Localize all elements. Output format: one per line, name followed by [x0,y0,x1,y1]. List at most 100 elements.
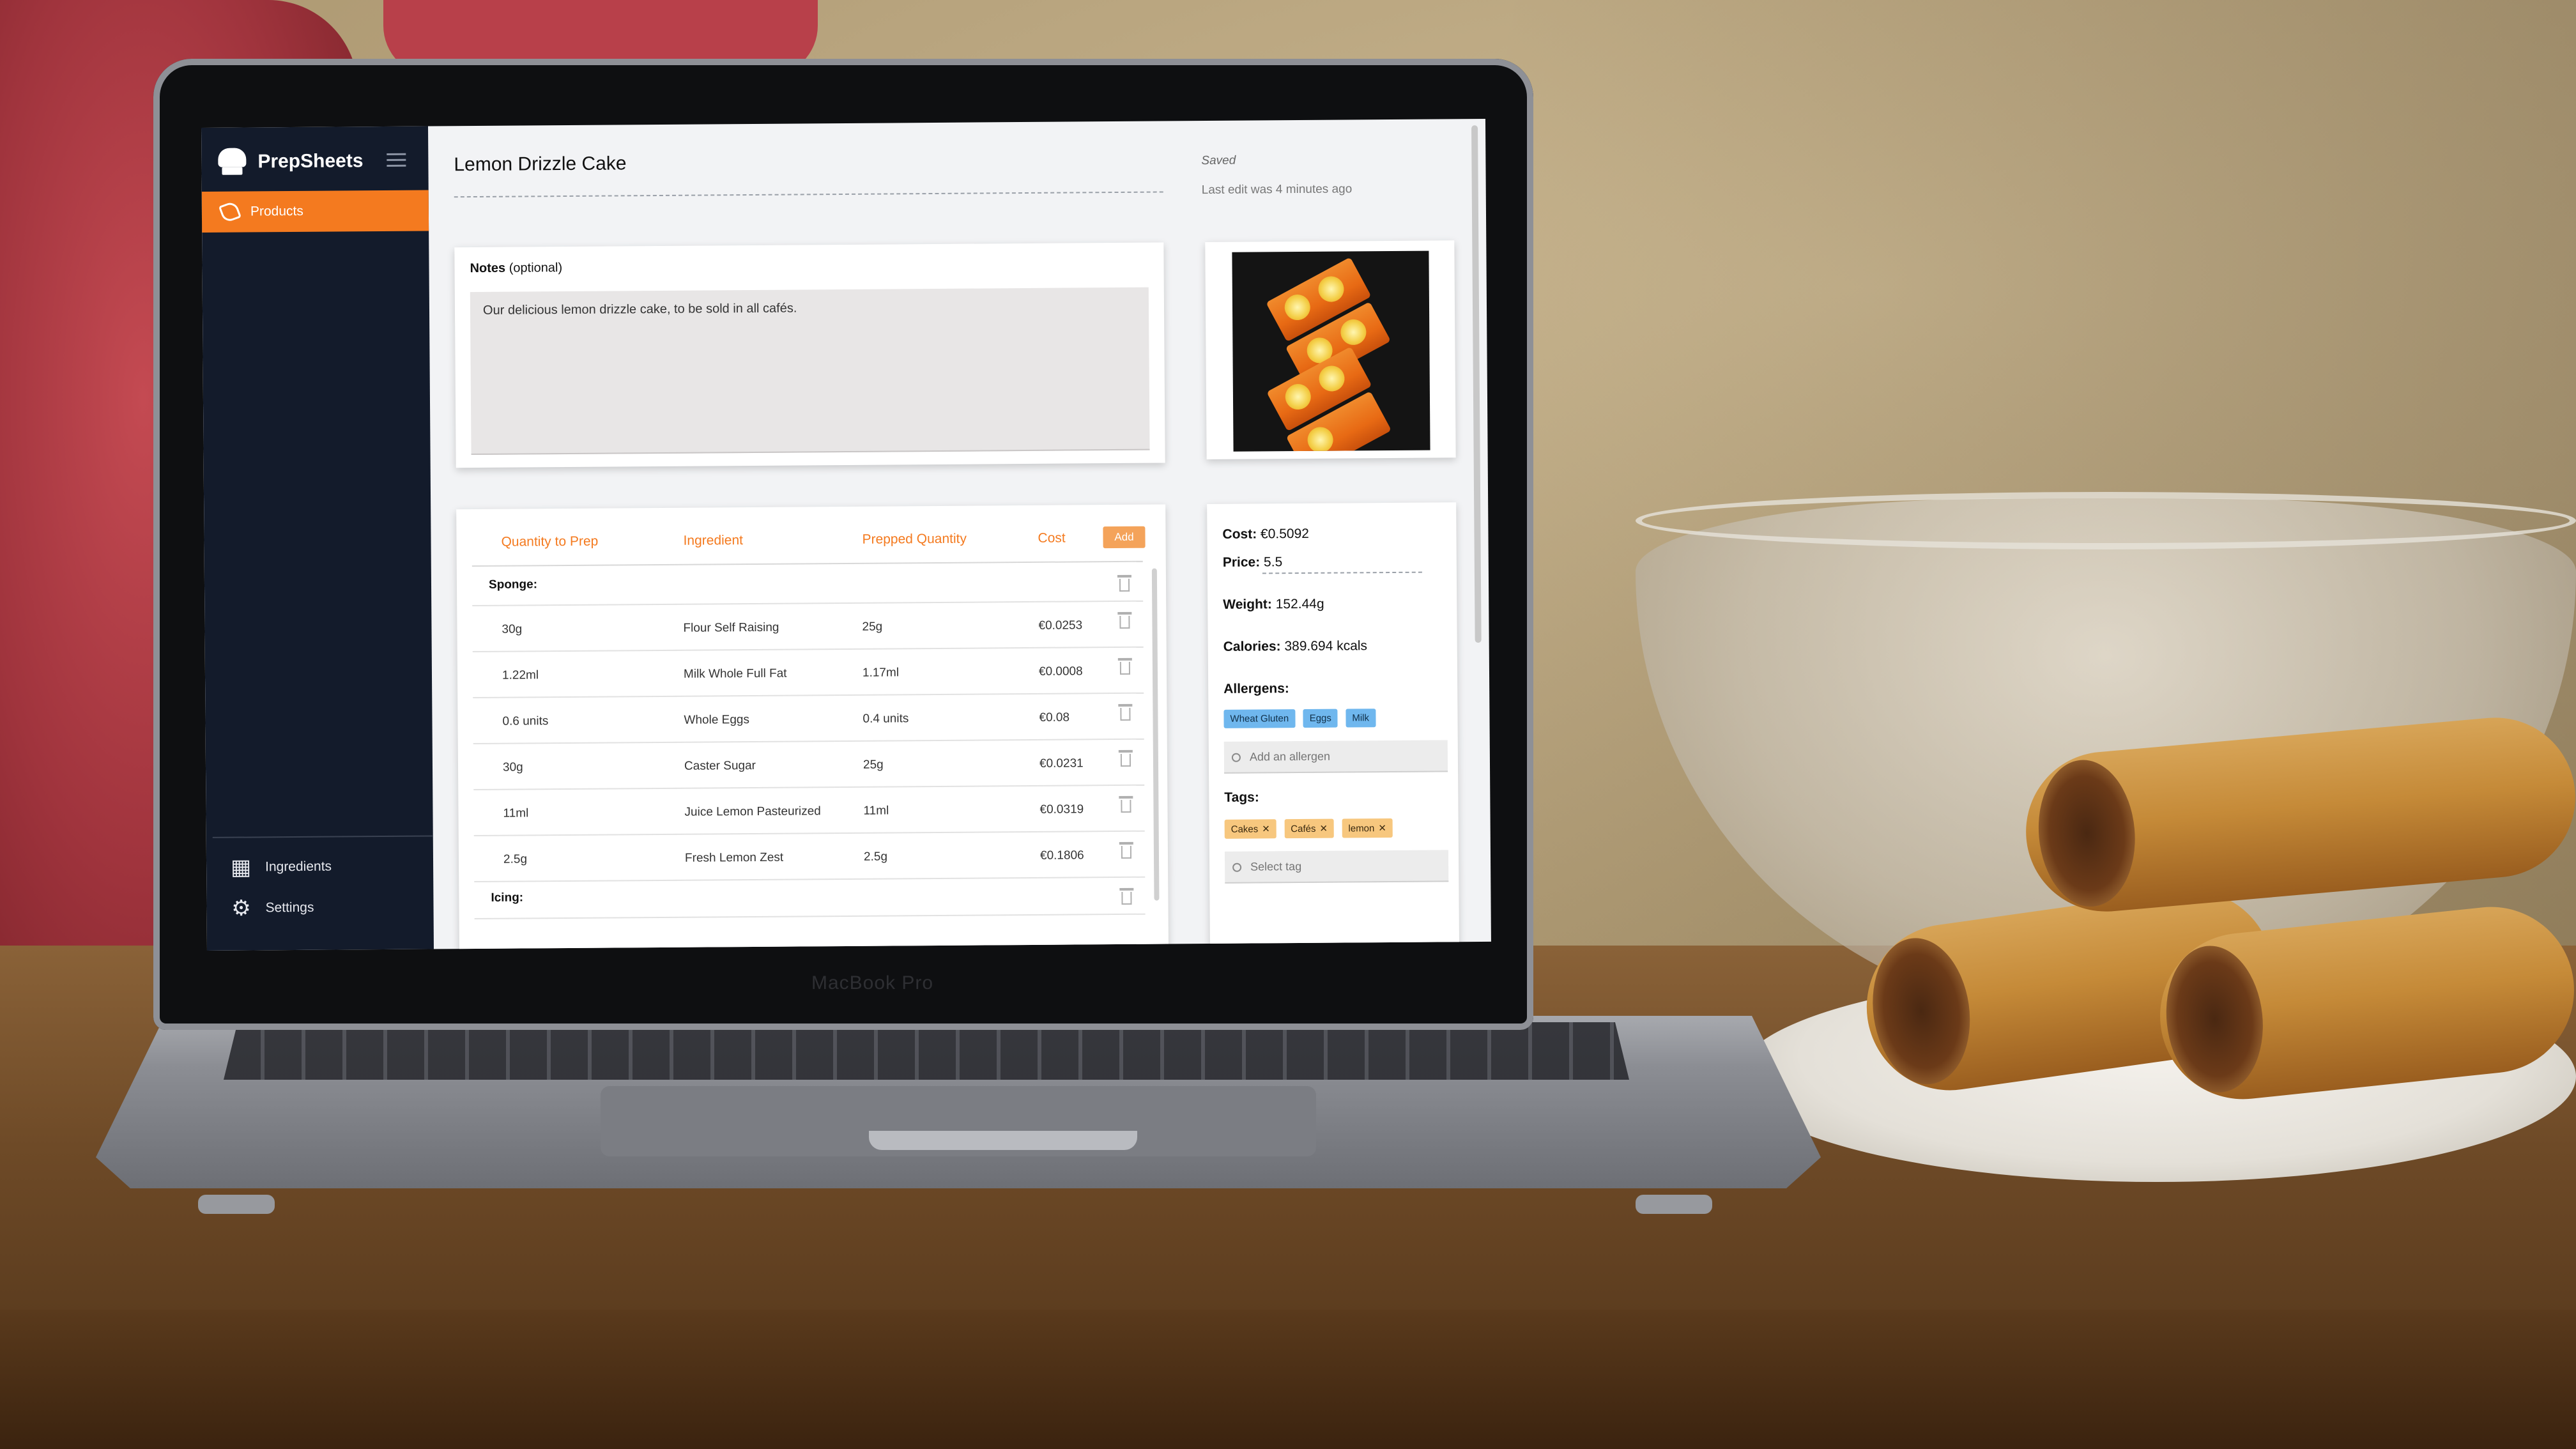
tag-search-input[interactable] [1224,850,1449,884]
tag-chip[interactable]: Cakes ✕ [1224,819,1276,839]
cell-cost[interactable]: €0.0231 [1039,756,1084,770]
table-scrollbar[interactable] [1151,568,1160,901]
allergen-chip[interactable]: Eggs [1303,709,1338,728]
cell-qty[interactable]: 11ml [503,806,528,820]
cell-qty[interactable]: 30g [502,623,522,637]
notes-textarea[interactable]: Our delicious lemon drizzle cake, to be … [470,287,1150,456]
col-header-cost[interactable]: Cost [1038,531,1065,546]
close-icon[interactable]: ✕ [1262,824,1270,834]
app-name: PrepSheets [257,150,364,172]
calories-value: 389.694 kcals [1284,638,1368,654]
section-label: Icing: [491,891,524,905]
cell-ingredient[interactable]: Fresh Lemon Zest [685,851,783,866]
cell-prepped[interactable]: 11ml [863,804,889,818]
cost-line: Cost: €0.5092 [1222,526,1309,542]
allergen-search-input[interactable] [1223,740,1448,774]
allergens-label: Allergens: [1223,681,1289,696]
tag-chip[interactable]: Cafés ✕ [1284,818,1335,839]
cell-prepped[interactable]: 25g [863,758,884,772]
device-brand: MacBook Pro [811,972,934,993]
app-screen: PrepSheets Products ▦ Ingredients ⚙ Sett… [201,118,1491,951]
section-row[interactable]: Sponge: [471,563,1144,607]
allergen-chip[interactable]: Milk [1346,709,1376,728]
add-row-button[interactable]: Add [1103,526,1146,549]
close-icon[interactable]: ✕ [1378,823,1386,834]
notes-optional: (optional) [509,261,563,275]
last-edit-text: Last edit was 4 minutes ago [1201,182,1353,197]
allergen-chip[interactable]: Wheat Gluten [1223,709,1296,728]
trash-icon[interactable] [1117,574,1131,593]
cell-cost[interactable]: €0.0319 [1039,802,1084,816]
product-title[interactable]: Lemon Drizzle Cake [454,153,626,176]
notes-label: Notes (optional) [470,261,562,276]
pastry-icon [218,200,241,224]
table-row[interactable]: 1.22ml Milk Whole Full Fat 1.17ml €0.0008 [472,646,1144,699]
tag-chip[interactable]: lemon ✕ [1342,818,1393,838]
search-icon [1231,753,1241,762]
cell-cost[interactable]: €0.1806 [1040,848,1084,862]
table-row[interactable]: 2.5g Fresh Lemon Zest 2.5g €0.1806 [473,830,1146,883]
trash-icon[interactable] [1119,795,1133,814]
cost-value: €0.5092 [1260,526,1309,542]
table-row[interactable]: 30g Flour Self Raising 25g €0.0253 [472,600,1144,653]
cell-prepped[interactable]: 0.4 units [862,712,908,726]
col-header-ingredient[interactable]: Ingredient [683,533,743,549]
table-row[interactable]: 0.6 units Whole Eggs 0.4 units €0.08 [473,692,1144,745]
cell-cost[interactable]: €0.08 [1039,711,1070,725]
cell-qty[interactable]: 2.5g [503,852,527,866]
table-row[interactable]: 11ml Juice Lemon Pasteurized 11ml €0.0319 [473,784,1145,837]
sidebar-bottom-nav: ▦ Ingredients ⚙ Settings [212,835,434,921]
cell-cost[interactable]: €0.0008 [1039,664,1083,678]
cell-qty[interactable]: 0.6 units [502,714,548,729]
nav-item-settings[interactable]: ⚙ Settings [213,877,433,921]
trash-icon[interactable] [1117,657,1132,676]
nav-item-products[interactable]: Products [201,190,429,233]
cell-ingredient[interactable]: Juice Lemon Pasteurized [684,804,820,819]
page-scrollbar[interactable] [1471,125,1482,643]
cell-ingredient[interactable]: Milk Whole Full Fat [684,667,787,682]
price-underline [1262,571,1422,574]
bowl-rim [1636,492,2576,549]
cell-ingredient[interactable]: Whole Eggs [684,713,749,728]
trash-icon[interactable] [1119,887,1134,906]
cell-prepped[interactable]: 1.17ml [862,666,899,680]
gear-icon: ⚙ [231,896,251,921]
notes-card: Notes (optional) Our delicious lemon dri… [454,242,1165,468]
summary-card: Cost: €0.5092 Price: 5.5 Weight: 152.44g… [1207,502,1460,951]
table-row[interactable]: 30g Caster Sugar 25g €0.0231 [473,738,1145,791]
col-header-quantity[interactable]: Quantity to Prep [501,534,598,550]
trash-icon[interactable] [1117,611,1132,630]
cell-cost[interactable]: €0.0253 [1038,618,1082,632]
col-header-prepped[interactable]: Prepped Quantity [862,532,967,548]
lid-notch [869,1131,1137,1150]
main-content: Lemon Drizzle Cake Saved Last edit was 4… [428,119,1491,951]
price-line: Price: 5.5 [1222,555,1283,570]
nav-item-label: Settings [265,900,314,916]
product-image-card[interactable] [1205,240,1456,460]
recipe-rows: Sponge: 30g Flour Self Raising 25g €0.0253 1.… [456,504,1165,920]
trash-icon[interactable] [1118,749,1133,768]
sidebar: PrepSheets Products ▦ Ingredients ⚙ Sett… [201,126,434,951]
trash-icon[interactable] [1119,841,1133,860]
weight-value: 152.44g [1275,596,1324,612]
cell-ingredient[interactable]: Caster Sugar [684,759,756,774]
menu-icon[interactable] [387,153,406,167]
cell-qty[interactable]: 30g [503,761,523,775]
tags-label: Tags: [1224,790,1259,805]
close-icon[interactable]: ✕ [1319,824,1328,834]
nav-item-ingredients[interactable]: ▦ Ingredients [213,836,433,879]
cell-ingredient[interactable]: Flour Self Raising [683,621,779,636]
price-value[interactable]: 5.5 [1264,555,1282,569]
tag-chips: Cakes ✕ Cafés ✕ lemon ✕ [1224,818,1398,839]
cell-prepped[interactable]: 2.5g [864,850,887,864]
cell-prepped[interactable]: 25g [862,620,882,634]
brand[interactable]: PrepSheets [217,142,364,181]
cell-qty[interactable]: 1.22ml [502,668,539,682]
section-row[interactable]: Icing: [474,876,1146,920]
calories-line: Calories: 389.694 kcals [1223,638,1368,654]
nav-item-label: Products [250,203,303,219]
notes-label-text: Notes [470,261,506,276]
trash-icon[interactable] [1118,703,1133,722]
laptop-foot [198,1195,275,1214]
title-underline [454,191,1163,198]
